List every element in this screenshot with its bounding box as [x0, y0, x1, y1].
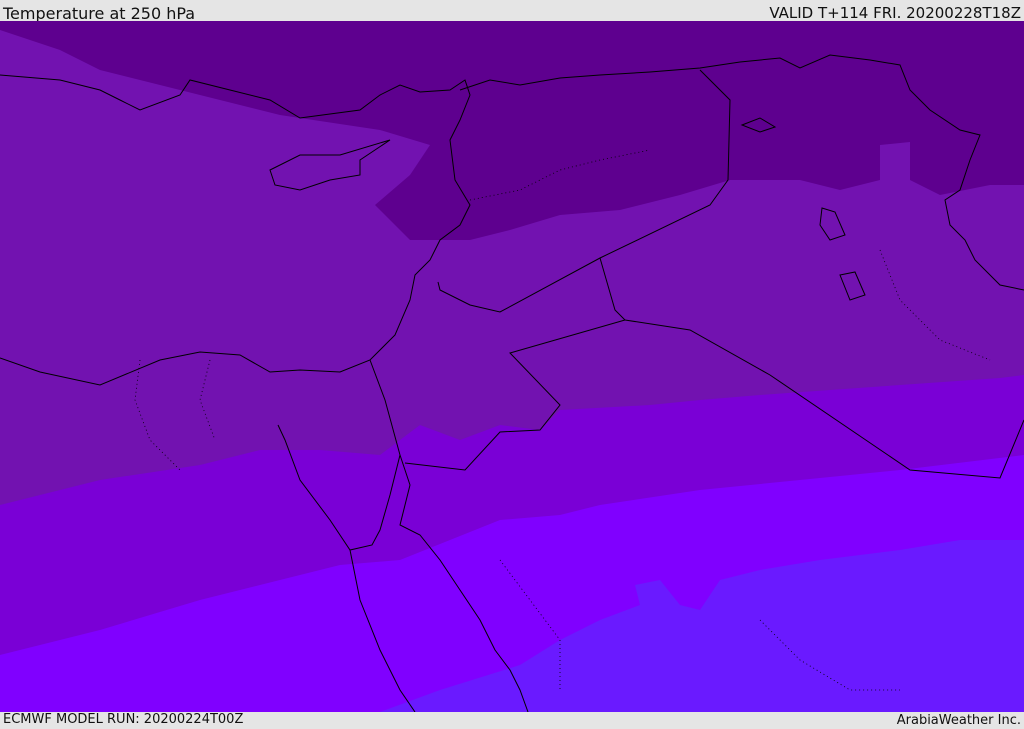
model-run: ECMWF MODEL RUN: 20200224T00Z [3, 712, 244, 727]
valid-time: VALID T+114 FRI. 20200228T18Z [769, 4, 1021, 22]
footer-bar: ECMWF MODEL RUN: 20200224T00Z ArabiaWeat… [0, 712, 1024, 729]
temperature-map [0, 21, 1024, 712]
header-bar: Temperature at 250 hPa VALID T+114 FRI. … [0, 0, 1024, 23]
credit: ArabiaWeather Inc. [896, 713, 1021, 728]
